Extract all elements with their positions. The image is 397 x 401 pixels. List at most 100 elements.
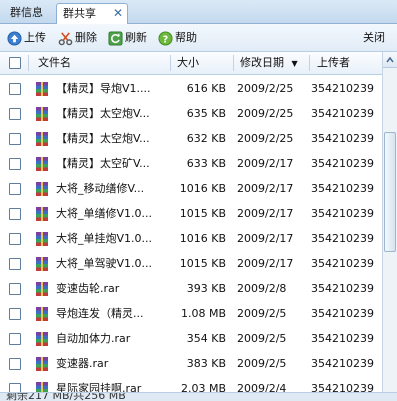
file-date: 2009/2/17 (237, 157, 294, 170)
tab-bar: 群信息 群共享 ✕ (0, 0, 397, 24)
rar-archive-icon (36, 257, 48, 271)
file-checkbox[interactable] (9, 308, 21, 320)
rar-archive-icon (36, 232, 48, 246)
file-row[interactable]: 变速齿轮.rar 393 KB 2009/2/8 354210239 (0, 276, 382, 301)
rar-archive-icon (36, 207, 48, 221)
file-name: 变速齿轮.rar (56, 282, 120, 295)
refresh-icon (108, 30, 123, 46)
column-header-name[interactable]: 文件名 (38, 52, 71, 74)
file-date: 2009/2/17 (237, 207, 294, 220)
scroll-thumb[interactable] (384, 132, 396, 252)
file-row[interactable]: 变速器.rar 383 KB 2009/2/5 354210239 (0, 351, 382, 376)
file-row[interactable]: 星际家园挂啊.rar 2.03 MB 2009/2/4 354210239 (0, 376, 382, 392)
file-checkbox[interactable] (9, 133, 21, 145)
file-date: 2009/2/25 (237, 82, 294, 95)
column-header-date[interactable]: 修改日期 ▼ (240, 52, 298, 74)
upload-button[interactable]: 上传 (7, 30, 46, 46)
select-all-checkbox[interactable] (9, 57, 21, 69)
file-date: 2009/2/5 (237, 332, 287, 345)
file-uploader: 354210239 (311, 332, 374, 345)
file-date: 2009/2/25 (237, 132, 294, 145)
file-row[interactable]: 大将_移动缮修V... 1016 KB 2009/2/17 354210239 (0, 176, 382, 201)
upload-icon (7, 30, 22, 46)
file-row[interactable]: 【精灵】太空炮V... 632 KB 2009/2/25 354210239 (0, 126, 382, 151)
scroll-up-button[interactable] (383, 52, 397, 68)
file-name: 星际家园挂啊.rar (56, 382, 142, 392)
file-row[interactable]: 大将_单驾驶V1.0... 1015 KB 2009/2/17 354210239 (0, 251, 382, 276)
status-bar: 剩余217 MB/共256 MB (0, 392, 397, 401)
file-date: 2009/2/5 (237, 357, 287, 370)
file-row[interactable]: 大将_单缮修V1.0... 1015 KB 2009/2/17 354210239 (0, 201, 382, 226)
file-list: 【精灵】导炮V1.... 616 KB 2009/2/25 354210239 【精灵】… (0, 76, 382, 392)
file-date: 2009/2/4 (237, 382, 287, 392)
file-uploader: 354210239 (311, 157, 374, 170)
chevron-up-icon (386, 56, 394, 63)
file-name: 大将_移动缮修V... (56, 182, 145, 195)
file-size: 635 KB (186, 107, 226, 120)
file-list-header: 文件名 大小 修改日期 ▼ 上传者 (0, 52, 382, 75)
file-size: 393 KB (186, 282, 226, 295)
column-header-size[interactable]: 大小 (177, 52, 199, 74)
column-header-uploader[interactable]: 上传者 (317, 52, 350, 74)
file-row[interactable]: 【精灵】导炮V1.... 616 KB 2009/2/25 354210239 (0, 76, 382, 101)
column-divider (309, 55, 310, 71)
tab-group-info[interactable]: 群信息 (4, 3, 49, 24)
delete-label: 删除 (75, 31, 97, 44)
file-checkbox[interactable] (9, 358, 21, 370)
file-uploader: 354210239 (311, 357, 374, 370)
file-checkbox[interactable] (9, 233, 21, 245)
file-checkbox[interactable] (9, 83, 21, 95)
file-name: 【精灵】导炮V1.... (56, 82, 151, 95)
tab-label: 群共享 (63, 7, 96, 20)
file-checkbox[interactable] (9, 158, 21, 170)
rar-archive-icon (36, 382, 48, 392)
file-size: 1016 KB (179, 182, 226, 195)
file-uploader: 354210239 (311, 382, 374, 392)
file-checkbox[interactable] (9, 333, 21, 345)
svg-text:?: ? (163, 34, 168, 45)
file-size: 2.03 MB (180, 382, 226, 392)
rar-archive-icon (36, 332, 48, 346)
file-size: 1015 KB (179, 257, 226, 270)
file-row[interactable]: 自动加体力.rar 354 KB 2009/2/5 354210239 (0, 326, 382, 351)
file-row[interactable]: 导炮连发（精灵... 1.08 MB 2009/2/5 354210239 (0, 301, 382, 326)
tab-group-share[interactable]: 群共享 ✕ (56, 3, 128, 24)
file-date: 2009/2/25 (237, 107, 294, 120)
close-tab-icon[interactable]: ✕ (113, 4, 123, 23)
sort-descending-icon: ▼ (291, 59, 298, 68)
file-row[interactable]: 大将_单挂炮V1.0... 1016 KB 2009/2/17 354210239 (0, 226, 382, 251)
file-size: 616 KB (186, 82, 226, 95)
file-uploader: 354210239 (311, 107, 374, 120)
file-uploader: 354210239 (311, 82, 374, 95)
column-divider (233, 55, 234, 71)
file-checkbox[interactable] (9, 208, 21, 220)
column-divider (170, 55, 171, 71)
file-name: 大将_单驾驶V1.0... (56, 257, 153, 270)
delete-button[interactable]: 删除 (58, 30, 97, 46)
help-label: 帮助 (175, 31, 197, 44)
file-checkbox[interactable] (9, 383, 21, 392)
rar-archive-icon (36, 157, 48, 171)
file-name: 【精灵】太空矿V... (56, 157, 150, 170)
file-checkbox[interactable] (9, 108, 21, 120)
file-checkbox[interactable] (9, 283, 21, 295)
file-name: 大将_单挂炮V1.0... (56, 232, 153, 245)
file-row[interactable]: 【精灵】太空矿V... 633 KB 2009/2/17 354210239 (0, 151, 382, 176)
file-name: 导炮连发（精灵... (56, 307, 144, 320)
file-checkbox[interactable] (9, 258, 21, 270)
file-uploader: 354210239 (311, 207, 374, 220)
refresh-button[interactable]: 刷新 (108, 30, 147, 46)
rar-archive-icon (36, 307, 48, 321)
file-name: 【精灵】太空炮V... (56, 132, 150, 145)
file-row[interactable]: 【精灵】太空炮V... 635 KB 2009/2/25 354210239 (0, 101, 382, 126)
close-button[interactable]: 关闭 (363, 30, 385, 46)
toolbar: 上传 删除 刷新 ? 帮助 关闭 (0, 24, 397, 52)
vertical-scrollbar[interactable] (382, 52, 397, 394)
rar-archive-icon (36, 107, 48, 121)
file-uploader: 354210239 (311, 282, 374, 295)
file-uploader: 354210239 (311, 182, 374, 195)
help-button[interactable]: ? 帮助 (158, 30, 197, 46)
file-name: 变速器.rar (56, 357, 109, 370)
file-checkbox[interactable] (9, 183, 21, 195)
file-size: 1015 KB (179, 207, 226, 220)
